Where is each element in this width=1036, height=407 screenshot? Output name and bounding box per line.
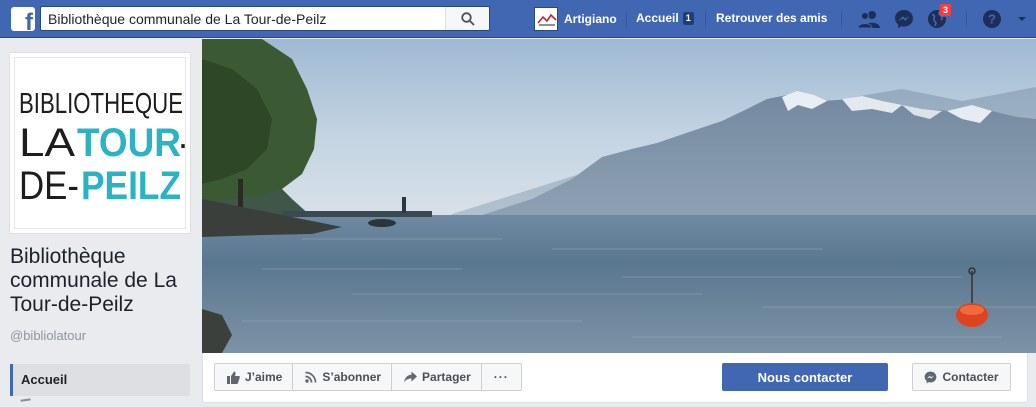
- search-input[interactable]: [41, 7, 441, 30]
- profile-avatar: [534, 7, 558, 31]
- svg-text:TOUR: TOUR: [77, 121, 181, 165]
- nav-divider: [966, 11, 967, 27]
- friend-requests-icon[interactable]: [857, 7, 881, 31]
- top-navigation-bar: f Artigiano Accueil 1 Retrouver des amis: [0, 0, 1036, 38]
- message-button[interactable]: Contacter: [912, 363, 1011, 391]
- profile-name: Artigiano: [564, 12, 617, 26]
- search-box: [40, 6, 490, 31]
- page-actions-group: J’aime S’abonner Partager ···: [214, 363, 522, 391]
- nav-divider: [841, 11, 842, 27]
- svg-text:PEILZ: PEILZ: [81, 164, 181, 208]
- svg-text:BIBLIOTHEQUE: BIBLIOTHEQUE: [19, 88, 183, 120]
- profile-link[interactable]: Artigiano: [534, 7, 617, 31]
- follow-button[interactable]: S’abonner: [293, 364, 393, 390]
- like-button[interactable]: J’aime: [215, 364, 294, 390]
- rss-icon: [305, 371, 317, 383]
- page-action-bar: J’aime S’abonner Partager ··· Nous conta…: [202, 353, 1028, 403]
- nav-divider: [705, 11, 706, 27]
- svg-text:·: ·: [177, 123, 186, 164]
- facebook-logo-icon[interactable]: f: [11, 7, 35, 31]
- nav-divider: [626, 11, 627, 27]
- help-icon[interactable]: ?: [980, 7, 1004, 31]
- home-link[interactable]: Accueil 1: [636, 11, 694, 25]
- more-options-button[interactable]: ···: [482, 364, 521, 390]
- page-title[interactable]: Bibliothèque communale de La Tour-de-Pei…: [10, 245, 195, 317]
- page-left-column: BIBLIOTHEQUE LA TOUR · DE- PEILZ Bibliot…: [0, 39, 201, 407]
- svg-text:LA: LA: [19, 121, 75, 165]
- messenger-small-icon: [925, 371, 937, 383]
- follow-label: S’abonner: [322, 370, 382, 384]
- home-count-badge: 1: [682, 11, 694, 25]
- more-options-label: ···: [493, 370, 509, 384]
- like-icon: [227, 371, 240, 384]
- home-label: Accueil: [636, 11, 679, 25]
- page-username[interactable]: @bibliolatour: [10, 328, 86, 343]
- library-logo: BIBLIOTHEQUE LA TOUR · DE- PEILZ: [14, 57, 186, 229]
- svg-text:DE-: DE-: [19, 164, 79, 208]
- profile-picture-frame[interactable]: BIBLIOTHEQUE LA TOUR · DE- PEILZ: [9, 52, 191, 234]
- share-button[interactable]: Partager: [392, 364, 482, 390]
- svg-text:?: ?: [988, 12, 996, 27]
- like-label: J’aime: [245, 370, 283, 384]
- share-label: Partager: [422, 370, 471, 384]
- find-friends-link[interactable]: Retrouver des amis: [716, 11, 827, 25]
- page-nav-item-home[interactable]: Accueil: [10, 364, 190, 396]
- page-nav-next-item[interactable]: [20, 398, 32, 407]
- share-arrow-icon: [404, 371, 418, 383]
- message-label: Contacter: [942, 370, 999, 384]
- search-icon: [460, 11, 475, 26]
- search-button[interactable]: [445, 7, 489, 30]
- account-menu-caret-icon[interactable]: [1010, 7, 1034, 31]
- contact-us-button[interactable]: Nous contacter: [722, 363, 888, 391]
- messenger-icon[interactable]: [892, 7, 916, 31]
- notifications-count-badge: 3: [939, 3, 953, 17]
- cover-photo[interactable]: [202, 39, 1036, 353]
